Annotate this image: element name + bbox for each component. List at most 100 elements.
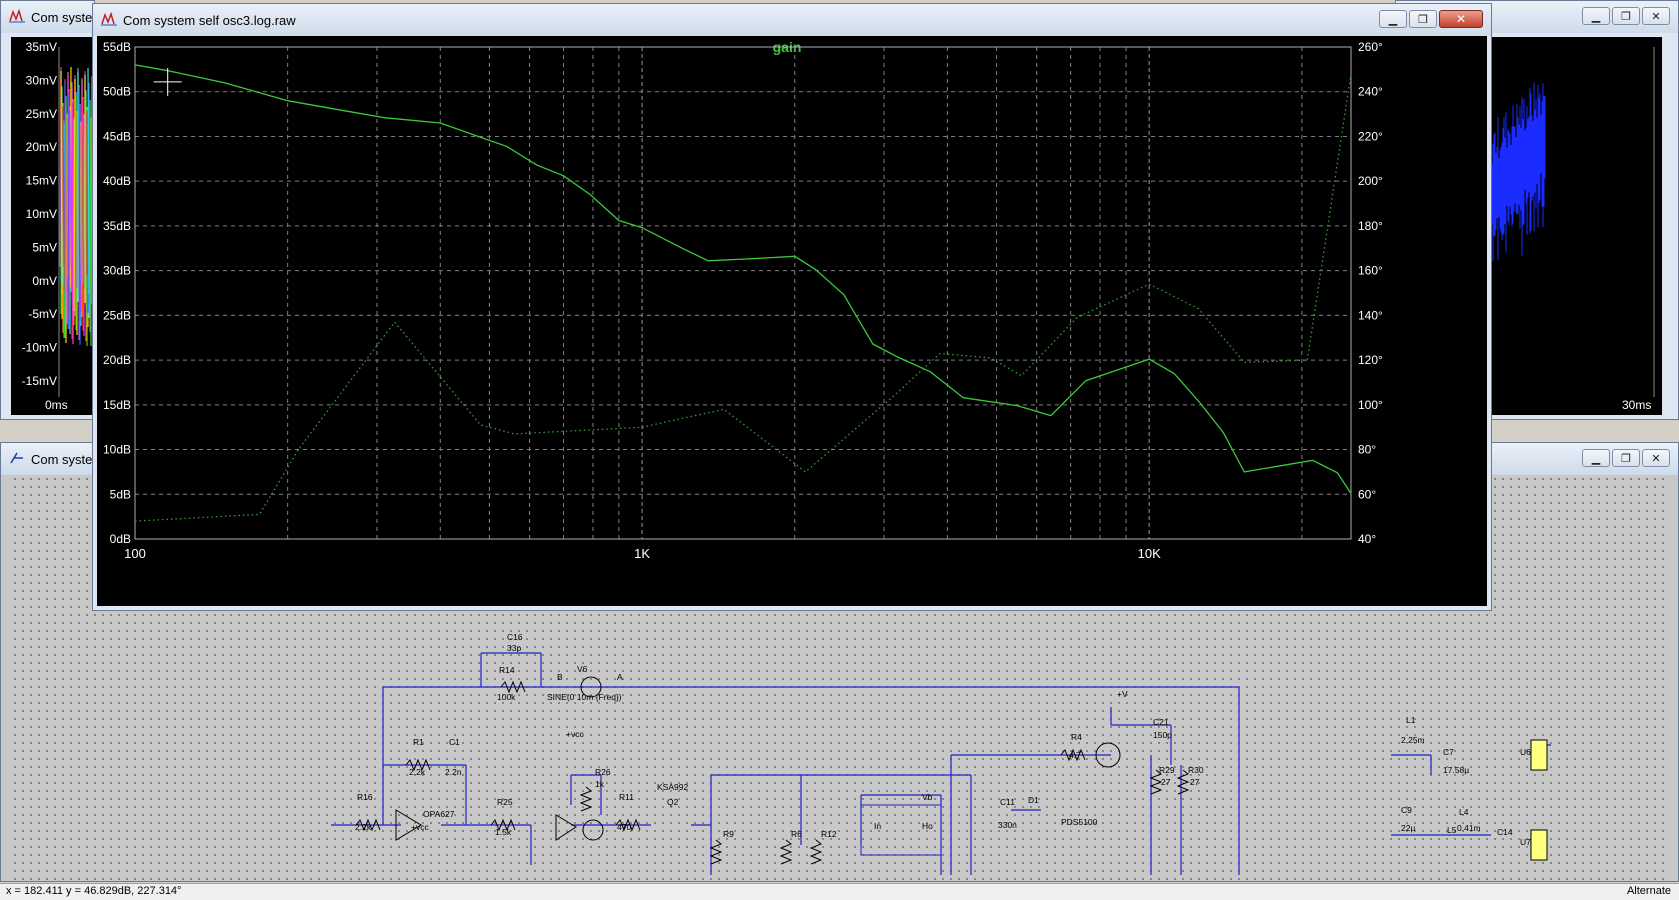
component-label: 1k bbox=[595, 779, 605, 789]
restore-button[interactable]: ❐ bbox=[1612, 449, 1640, 467]
component-label: C14 bbox=[1497, 827, 1513, 837]
y-tick-label: 15mV bbox=[26, 174, 57, 188]
component-label: 4.7 bbox=[1069, 750, 1081, 760]
component-label: 150p bbox=[1153, 730, 1172, 740]
restore-icon: ❐ bbox=[1621, 451, 1631, 465]
close-button[interactable]: ✕ bbox=[1439, 10, 1483, 28]
component-label: C1 bbox=[449, 737, 460, 747]
component-label: 2.25m bbox=[1401, 735, 1425, 745]
transistor-symbol bbox=[582, 819, 604, 841]
component-label: Vb bbox=[922, 792, 933, 802]
y-left-tick-label: 25dB bbox=[103, 308, 131, 322]
restore-button[interactable]: ❐ bbox=[1612, 7, 1640, 25]
speaker-symbol bbox=[1530, 739, 1548, 771]
bode-plot[interactable]: gain 0dB5dB10dB15dB20dB25dB30dB35dB40dB4… bbox=[97, 36, 1487, 606]
component-label: 22µ bbox=[1401, 823, 1415, 833]
y-tick-label: -10mV bbox=[22, 341, 57, 355]
component-label: R16 bbox=[357, 792, 373, 802]
component-label: R30 bbox=[1188, 765, 1204, 775]
y-tick-label: 0mV bbox=[32, 274, 57, 288]
series-gain bbox=[134, 64, 1352, 494]
series-phase bbox=[134, 73, 1352, 522]
y-tick-label: 20mV bbox=[26, 140, 57, 154]
component-label: V6 bbox=[577, 664, 588, 674]
component-label: +V bbox=[1117, 689, 1128, 699]
component-label: 33p bbox=[507, 643, 521, 653]
y-left-tick-label: 30dB bbox=[103, 264, 131, 278]
component-label: 27 bbox=[1161, 777, 1171, 787]
component-label: 27 bbox=[1190, 777, 1200, 787]
component-label: OPA627 bbox=[423, 809, 455, 819]
y-right-tick-label: 240° bbox=[1358, 85, 1383, 99]
x-tick-label: 100 bbox=[124, 546, 146, 561]
component-label: D1 bbox=[1028, 795, 1039, 805]
component-label: R14 bbox=[499, 665, 515, 675]
y-tick-label: 35mV bbox=[26, 40, 57, 54]
transient-svg-left: 35mV 30mV 25mV 20mV 15mV 10mV 5mV 0mV -5mV -10mV -… bbox=[22, 40, 96, 412]
window-title: Com system self osc3.log.raw bbox=[123, 13, 296, 28]
y-left-tick-label: 20dB bbox=[103, 353, 131, 367]
minimize-icon: ▁ bbox=[1591, 9, 1601, 23]
component-label: +vcc bbox=[411, 822, 429, 832]
plot-frame bbox=[134, 46, 1352, 540]
y-tick-label: 25mV bbox=[26, 107, 57, 121]
ac-plot-window[interactable]: Com system self osc3.log.raw ▁ ❐ ✕ gain … bbox=[92, 3, 1492, 611]
cursor-coordinates: x = 182.411 y = 46.829dB, 227.314° bbox=[6, 885, 182, 897]
component-label: 17.58µ bbox=[1443, 765, 1469, 775]
x-tick-label: 0ms bbox=[45, 398, 68, 412]
minimize-button[interactable]: ▁ bbox=[1379, 10, 1407, 28]
opamp-symbol bbox=[555, 814, 577, 841]
window-titlebar[interactable]: Com system self osc3.log.raw ▁ ❐ ✕ bbox=[93, 4, 1491, 36]
component-label: PDS5100 bbox=[1061, 817, 1098, 827]
restore-icon: ❐ bbox=[1621, 9, 1631, 23]
close-icon: ✕ bbox=[1651, 9, 1661, 23]
minimize-icon: ▁ bbox=[1388, 12, 1398, 26]
component-label: 1.5k bbox=[495, 827, 512, 837]
y-left-tick-label: 50dB bbox=[103, 85, 131, 99]
component-label: 470 bbox=[617, 822, 631, 832]
y-right-tick-label: 120° bbox=[1358, 353, 1383, 367]
y-tick-label: -5mV bbox=[28, 307, 57, 321]
component-label: U6 bbox=[1520, 747, 1531, 757]
ac-plot-pane[interactable]: gain 0dB 5dB 10dB 15dB 20dB 25dB 30dB 35dB 40dB 4… bbox=[97, 36, 1487, 606]
close-button[interactable]: ✕ bbox=[1642, 449, 1670, 467]
component-label: R1 bbox=[413, 737, 424, 747]
component-label: A bbox=[617, 672, 623, 682]
y-right-tick-label: 200° bbox=[1358, 174, 1383, 188]
x-tick-label: 1K bbox=[634, 546, 650, 561]
component-label: C16 bbox=[507, 632, 523, 642]
resistor-symbol bbox=[779, 839, 793, 865]
component-label: U7 bbox=[1520, 837, 1531, 847]
minimize-button[interactable]: ▁ bbox=[1582, 7, 1610, 25]
component-label: R6 bbox=[791, 829, 802, 839]
restore-button[interactable]: ❐ bbox=[1409, 10, 1437, 28]
close-icon: ✕ bbox=[1651, 451, 1661, 465]
window-titlebar[interactable]: Com system bbox=[1, 1, 103, 33]
y-right-tick-label: 140° bbox=[1358, 308, 1383, 322]
y-left-tick-label: 15dB bbox=[103, 398, 131, 412]
y-right-tick-label: 100° bbox=[1358, 398, 1383, 412]
ltspice-icon bbox=[101, 12, 117, 26]
x-tick-label: 30ms bbox=[1622, 398, 1651, 412]
component-label: L1 bbox=[1406, 715, 1416, 725]
transient-window-left[interactable]: Com system 35mV 30mV 25mV 20mV 15mV 10mV 5mV 0m… bbox=[0, 0, 103, 420]
schematic-icon bbox=[10, 452, 23, 464]
component-label: R11 bbox=[619, 792, 634, 802]
y-tick-label: 5mV bbox=[32, 240, 57, 254]
minimize-button[interactable]: ▁ bbox=[1582, 449, 1610, 467]
component-label: 2.2k bbox=[409, 767, 426, 777]
component-label: R4 bbox=[1071, 732, 1082, 742]
y-left-tick-label: 40dB bbox=[103, 174, 131, 188]
close-button[interactable]: ✕ bbox=[1642, 7, 1670, 25]
transient-plot-left[interactable]: 35mV 30mV 25mV 20mV 15mV 10mV 5mV 0mV -5mV -10mV -… bbox=[11, 37, 96, 415]
resistor-symbol bbox=[1176, 769, 1190, 795]
status-mode: Alternate bbox=[1626, 885, 1671, 897]
y-left-tick-label: 45dB bbox=[103, 129, 131, 143]
component-label: 100k bbox=[497, 692, 516, 702]
component-label: R26 bbox=[595, 767, 611, 777]
minimize-icon: ▁ bbox=[1591, 451, 1601, 465]
y-right-tick-label: 160° bbox=[1358, 264, 1383, 278]
y-left-tick-label: 35dB bbox=[103, 219, 131, 233]
component-label: Q2 bbox=[667, 797, 679, 807]
close-icon: ✕ bbox=[1455, 12, 1467, 26]
